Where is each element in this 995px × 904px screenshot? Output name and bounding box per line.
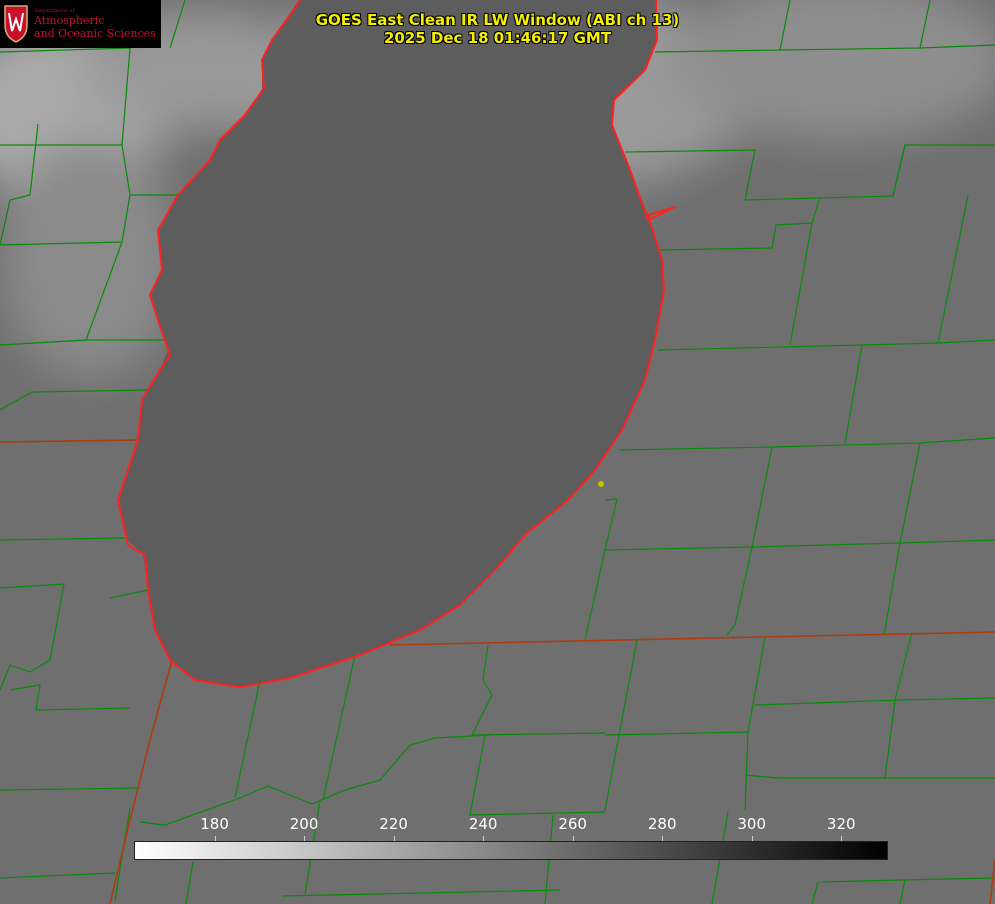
colorbar-tick-320: 320 [826, 815, 856, 833]
station-marker [598, 481, 604, 487]
colorbar-tick-240: 240 [468, 815, 498, 833]
colorbar-tick-180: 180 [200, 815, 229, 833]
colorbar-tick-280: 280 [647, 815, 677, 833]
colorbar [134, 841, 888, 860]
title-product: GOES East Clean IR LW Window (ABI ch 13) [315, 11, 680, 29]
colorbar-tick-260: 260 [558, 815, 587, 833]
colorbar-tick-200: 200 [289, 815, 319, 833]
title-timestamp: 2025 Dec 18 01:46:17 GMT [383, 29, 612, 47]
map-canvas [0, 0, 995, 904]
colorbar-tick-220: 220 [379, 815, 408, 833]
satellite-map: Department of Atmospheric and Oceanic Sc… [0, 0, 995, 904]
colorbar-tick-300: 300 [737, 815, 767, 833]
image-title: GOES East Clean IR LW Window (ABI ch 13)… [0, 11, 995, 47]
